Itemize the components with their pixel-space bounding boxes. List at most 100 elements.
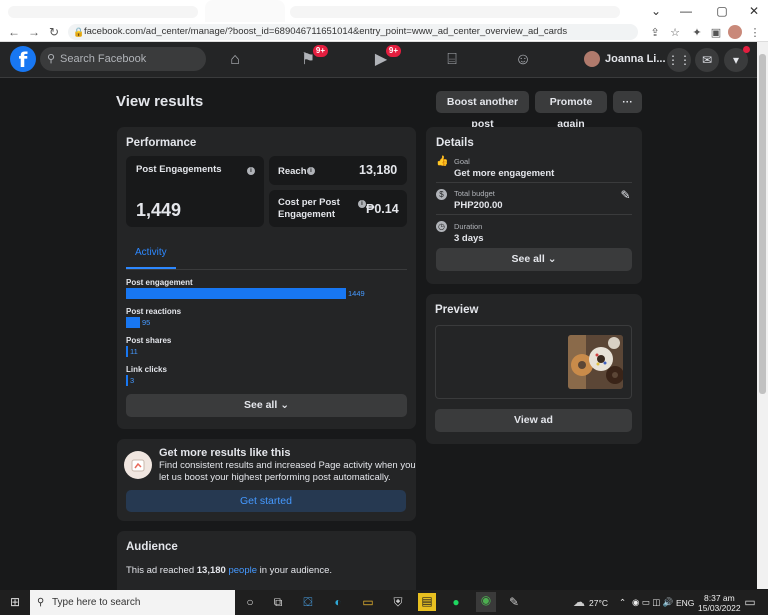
audience-card (117, 531, 416, 591)
app-icon[interactable]: ✎ (506, 594, 522, 610)
chevron-down-icon[interactable]: ⌄ (640, 0, 672, 22)
cpe-label-line1: Cost per Post (278, 197, 340, 208)
facebook-logo-icon[interactable]: f (10, 46, 36, 72)
watch-icon[interactable]: ▶ 9+ (371, 45, 401, 70)
search-icon: ⚲ (47, 53, 56, 65)
reload-icon[interactable]: ↻ (46, 24, 62, 40)
profile-avatar[interactable] (728, 25, 742, 39)
taskbar-search-input[interactable]: ⚲ Type here to search (30, 590, 235, 615)
windows-start-icon[interactable]: ⊞ (7, 594, 23, 610)
temperature[interactable]: 27°C (589, 598, 608, 608)
page-scrollbar[interactable] (757, 42, 768, 589)
marketplace-icon[interactable]: ⌸ (442, 50, 462, 70)
chrome-icon[interactable]: ◉ (476, 592, 496, 612)
extensions-icon[interactable]: ✦ (690, 25, 704, 39)
audience-text-after: in your audience. (259, 565, 332, 576)
back-icon[interactable]: ← (6, 24, 22, 40)
tray-chevron-up-icon[interactable]: ⌃ (619, 597, 626, 608)
file-explorer-icon[interactable]: ▭ (360, 594, 376, 610)
menu-grid-icon[interactable]: ⋮⋮ (667, 48, 691, 72)
see-all-details-button[interactable]: See all ⌄ (436, 248, 632, 271)
close-icon[interactable]: ✕ (738, 0, 768, 22)
scroll-thumb[interactable] (759, 54, 766, 394)
dollar-coin-icon: $ (436, 189, 447, 200)
sidebar-icon[interactable]: ▣ (709, 25, 723, 39)
divider (436, 214, 632, 215)
info-icon[interactable]: i (307, 167, 315, 175)
notifications-icon[interactable]: ▭ (742, 594, 758, 610)
sticky-notes-icon[interactable]: ▤ (418, 593, 436, 611)
menu-dots-icon[interactable]: ⋮ (748, 25, 762, 39)
account-chevron-icon[interactable]: ▾ (724, 46, 750, 72)
share-icon[interactable]: ⇪ (648, 25, 662, 39)
browser-address-bar: ← → ↻ 🔒 facebook.com/ad_center/manage/?b… (0, 22, 768, 42)
people-link[interactable]: people (228, 565, 257, 576)
forward-icon[interactable]: → (26, 24, 42, 40)
reach-label: Reach (278, 166, 307, 177)
browser-tab-bar: ⌄ — ▢ ✕ (0, 0, 768, 22)
tray-icons[interactable]: ◉ ▭ ◫ 🔊 (632, 597, 673, 608)
messenger-icon[interactable]: ✉ (695, 48, 719, 72)
metric-value: 3 (130, 376, 135, 385)
post-engagements-value: 1,449 (136, 200, 182, 220)
duration-value: 3 days (454, 233, 484, 244)
task-view-icon[interactable]: ⧉ (270, 594, 286, 610)
thumbs-up-icon: 👍 (436, 156, 449, 167)
facebook-top-nav: f ⚲ Search Facebook ⌂ ⚑ 9+ ▶ 9+ ⌸ ☺ Joanna… (0, 42, 768, 78)
browser-tab-active[interactable] (205, 0, 285, 22)
clock-time[interactable]: 8:37 am (704, 593, 735, 603)
goal-value: Get more engagement (454, 168, 555, 179)
browser-tab[interactable] (290, 6, 620, 18)
pages-flag-icon[interactable]: ⚑ 9+ (298, 45, 328, 70)
home-icon[interactable]: ⌂ (225, 50, 245, 70)
clock-date[interactable]: 15/03/2022 (698, 603, 741, 613)
security-shield-icon[interactable]: ⛨ (390, 594, 406, 610)
notification-dot (743, 46, 750, 53)
user-profile-chip[interactable]: Joanna Li... (584, 48, 666, 70)
info-icon[interactable]: i (247, 167, 255, 175)
maximize-icon[interactable]: ▢ (706, 0, 738, 22)
metric-label: Post engagement (126, 278, 193, 287)
groups-icon[interactable]: ☺ (513, 50, 533, 70)
see-all-performance-button[interactable]: See all ⌄ (126, 394, 407, 417)
metric-bar (126, 317, 140, 328)
see-all-label: See all (243, 399, 278, 411)
cpe-value: ₱0.14 (366, 202, 399, 216)
spotify-icon[interactable]: ● (448, 594, 464, 610)
search-input[interactable]: ⚲ Search Facebook (40, 47, 206, 71)
bookmark-star-icon[interactable]: ☆ (668, 25, 682, 39)
view-ad-button[interactable]: View ad (435, 409, 632, 432)
goal-label: Goal (454, 157, 470, 166)
notification-badge: 9+ (312, 45, 328, 57)
info-icon[interactable]: i (358, 200, 366, 208)
more-options-button[interactable]: ··· (613, 91, 642, 113)
audience-title: Audience (126, 541, 178, 553)
url-field[interactable]: 🔒 facebook.com/ad_center/manage/?boost_i… (68, 24, 638, 40)
audience-reach: 13,180 (196, 565, 226, 576)
reach-value: 13,180 (359, 163, 398, 177)
ad-thumbnail-image[interactable] (568, 335, 623, 389)
metric-value: 95 (142, 318, 151, 327)
cortana-icon[interactable]: ○ (242, 594, 258, 610)
pencil-edit-icon[interactable]: ✎ (620, 189, 631, 201)
promote-again-button[interactable]: Promote again (535, 91, 607, 130)
taskbar-search-placeholder: Type here to search (52, 597, 141, 608)
preview-title: Preview (435, 304, 479, 316)
metric-label: Link clicks (126, 365, 167, 374)
tab-activity[interactable]: Activity (135, 247, 167, 258)
get-started-button[interactable]: Get started (126, 490, 406, 512)
language-indicator[interactable]: ENG (676, 598, 694, 608)
edge-icon[interactable]: ◐ (330, 594, 346, 610)
page-title: View results (116, 93, 204, 110)
minimize-icon[interactable]: — (670, 0, 702, 22)
performance-title: Performance (126, 137, 197, 149)
store-icon[interactable]: ⛋ (300, 594, 316, 610)
clock-icon: ◷ (436, 221, 447, 232)
weather-cloud-icon[interactable]: ☁ (571, 594, 587, 610)
boost-another-post-button[interactable]: Boost another post (436, 91, 529, 130)
budget-value: PHP200.00 (454, 200, 503, 211)
see-all-label: See all (511, 253, 545, 265)
metric-value: 11 (130, 347, 138, 356)
browser-tab[interactable] (8, 6, 198, 18)
details-title: Details (436, 137, 474, 149)
